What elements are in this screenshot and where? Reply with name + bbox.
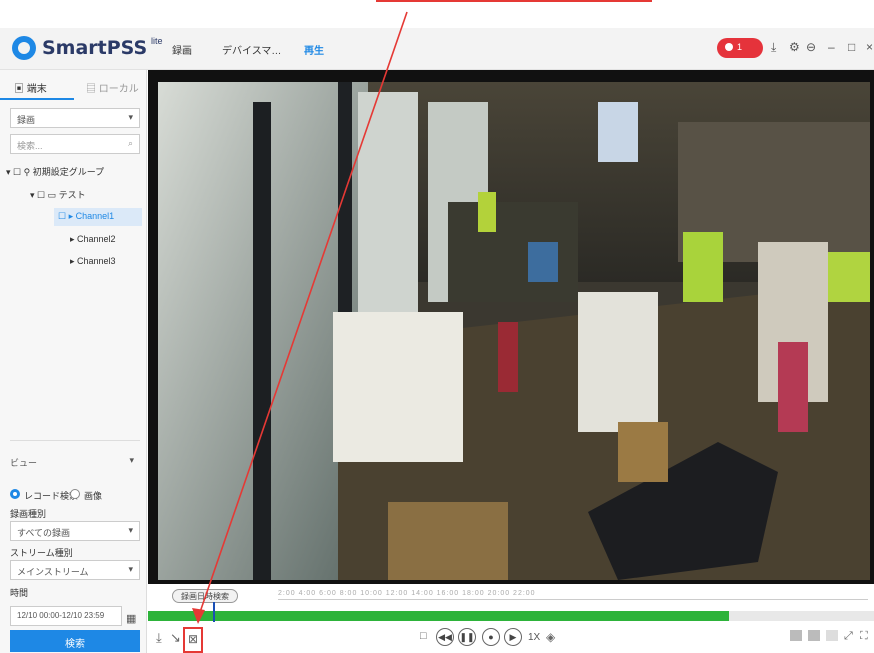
user-icon[interactable]: ⤓ bbox=[771, 40, 776, 55]
title-bar: SmartPSS lite 録画 デバイスマ… 再生 1 ⤓ ⚙ ⊖ – □ × bbox=[0, 28, 874, 70]
tab-device[interactable]: ▣ 端末 bbox=[14, 80, 47, 95]
tab-indicator bbox=[0, 98, 74, 100]
tree-channel-1[interactable]: ☐ ▸ Channel1 bbox=[58, 211, 114, 222]
green-chair bbox=[478, 192, 496, 232]
logo-icon bbox=[12, 36, 36, 60]
alarm-badge[interactable]: 1 bbox=[717, 38, 763, 58]
bell-icon bbox=[725, 43, 733, 51]
app-name: SmartPSS bbox=[42, 37, 148, 59]
green-chair-3 bbox=[828, 252, 870, 302]
red-item bbox=[778, 342, 808, 432]
annotation-bar bbox=[376, 0, 652, 2]
minimize-icon[interactable]: – bbox=[828, 40, 835, 54]
tab-local[interactable]: ▤ ローカル bbox=[86, 80, 139, 95]
nav-device-manager[interactable]: デバイスマ… bbox=[222, 42, 281, 57]
speed-label[interactable]: 1X bbox=[528, 632, 540, 643]
calendar-icon[interactable]: ▦ bbox=[126, 612, 136, 625]
radio-label-image: 画像 bbox=[84, 491, 103, 501]
record-fill bbox=[148, 611, 729, 621]
timeline-range-label[interactable]: 録画日時検索 bbox=[172, 589, 238, 603]
camera-frame bbox=[158, 82, 870, 580]
maximize-icon[interactable]: □ bbox=[848, 40, 855, 54]
app-edition: lite bbox=[151, 36, 163, 46]
radio-image[interactable] bbox=[70, 489, 80, 499]
layout-4-icon[interactable] bbox=[808, 630, 820, 641]
layout-9-icon[interactable] bbox=[826, 630, 838, 641]
clip-button[interactable]: ⊠ bbox=[183, 627, 203, 653]
light-spot bbox=[578, 292, 658, 432]
search-button[interactable]: 検索 bbox=[10, 630, 140, 652]
lock-icon[interactable]: ⊖ bbox=[806, 40, 816, 54]
chevron-down-icon: ▾ bbox=[128, 525, 133, 535]
radio-record-search[interactable] bbox=[10, 489, 20, 499]
time-range-field[interactable]: 12/10 00:00-12/10 23:59 bbox=[10, 606, 122, 626]
chevron-down-icon: ▾ bbox=[129, 455, 134, 465]
left-panel: ▣ 端末 ▤ ローカル 録画 ▾ 検索... ⌕ ▾ ☐ ⚲ 初期設定グループ ▾ … bbox=[0, 70, 147, 653]
playhead[interactable] bbox=[213, 602, 216, 622]
tree-group[interactable]: ▾ ☐ ⚲ 初期設定グループ bbox=[6, 165, 104, 178]
tree-channel-3[interactable]: ▸ Channel3 bbox=[70, 256, 116, 267]
stream-type-select[interactable]: メインストリーム ▾ bbox=[10, 560, 140, 580]
window-frame bbox=[253, 102, 271, 580]
clip-icon: ⊠ bbox=[187, 632, 199, 646]
playback-toolbar: ⤓ ↘ ⊠ □ ◀◀ ❚❚ ● ▶ 1X ◈ ⤢ ⛶ bbox=[148, 624, 874, 653]
tree-channel-2[interactable]: ▸ Channel2 bbox=[70, 234, 116, 245]
record-track[interactable] bbox=[148, 611, 874, 621]
pause-icon[interactable]: ❚❚ bbox=[458, 628, 476, 646]
nav-record[interactable]: 録画 bbox=[172, 42, 192, 57]
fit-icon[interactable]: ⤢ bbox=[844, 630, 853, 643]
record-type-select[interactable]: すべての録画 ▾ bbox=[10, 521, 140, 541]
fullscreen-icon[interactable]: ⛶ bbox=[860, 630, 868, 643]
layout-1-icon[interactable] bbox=[790, 630, 802, 641]
far-window bbox=[598, 102, 638, 162]
type-select[interactable]: 録画 ▾ bbox=[10, 108, 140, 128]
green-chair-2 bbox=[683, 232, 723, 302]
red-bin bbox=[498, 322, 518, 392]
timeline[interactable]: 録画日時検索 2:00 4:00 6:00 8:00 10:00 12:00 1… bbox=[148, 584, 874, 624]
forward-icon[interactable]: ▶ bbox=[504, 628, 522, 646]
stop-icon[interactable]: □ bbox=[420, 630, 427, 642]
timeline-ticks: 2:00 4:00 6:00 8:00 10:00 12:00 14:00 16… bbox=[278, 590, 868, 600]
record-icon[interactable]: ● bbox=[482, 628, 500, 646]
chevron-down-icon: ▾ bbox=[128, 112, 133, 122]
volume-icon[interactable]: ◈ bbox=[546, 630, 555, 644]
search-icon: ⌕ bbox=[127, 138, 133, 148]
search-input[interactable]: 検索... ⌕ bbox=[10, 134, 140, 154]
time-label: 時間 bbox=[10, 588, 29, 598]
rewind-icon[interactable]: ◀◀ bbox=[436, 628, 454, 646]
blue-item bbox=[528, 242, 558, 282]
white-desk bbox=[333, 312, 463, 462]
view-select[interactable]: ビュー ▾ bbox=[10, 452, 140, 472]
divider bbox=[10, 440, 140, 441]
floor-box-2 bbox=[618, 422, 668, 482]
alarm-count: 1 bbox=[737, 42, 743, 52]
record-type-label: 録画種別 bbox=[10, 509, 47, 519]
chevron-down-icon: ▾ bbox=[128, 564, 133, 574]
nav-playback[interactable]: 再生 bbox=[304, 42, 324, 57]
floor-box bbox=[388, 502, 508, 580]
snapshot-icon[interactable]: ↘ bbox=[170, 630, 181, 646]
close-icon[interactable]: × bbox=[866, 40, 873, 54]
stream-type-label: ストリーム種別 bbox=[10, 548, 73, 558]
workstation bbox=[448, 202, 578, 302]
video-pane[interactable] bbox=[148, 70, 874, 584]
settings-icon[interactable]: ⚙ bbox=[789, 40, 800, 54]
tree-device[interactable]: ▾ ☐ ▭ テスト bbox=[30, 188, 86, 201]
download-icon[interactable]: ⤓ bbox=[156, 630, 162, 646]
